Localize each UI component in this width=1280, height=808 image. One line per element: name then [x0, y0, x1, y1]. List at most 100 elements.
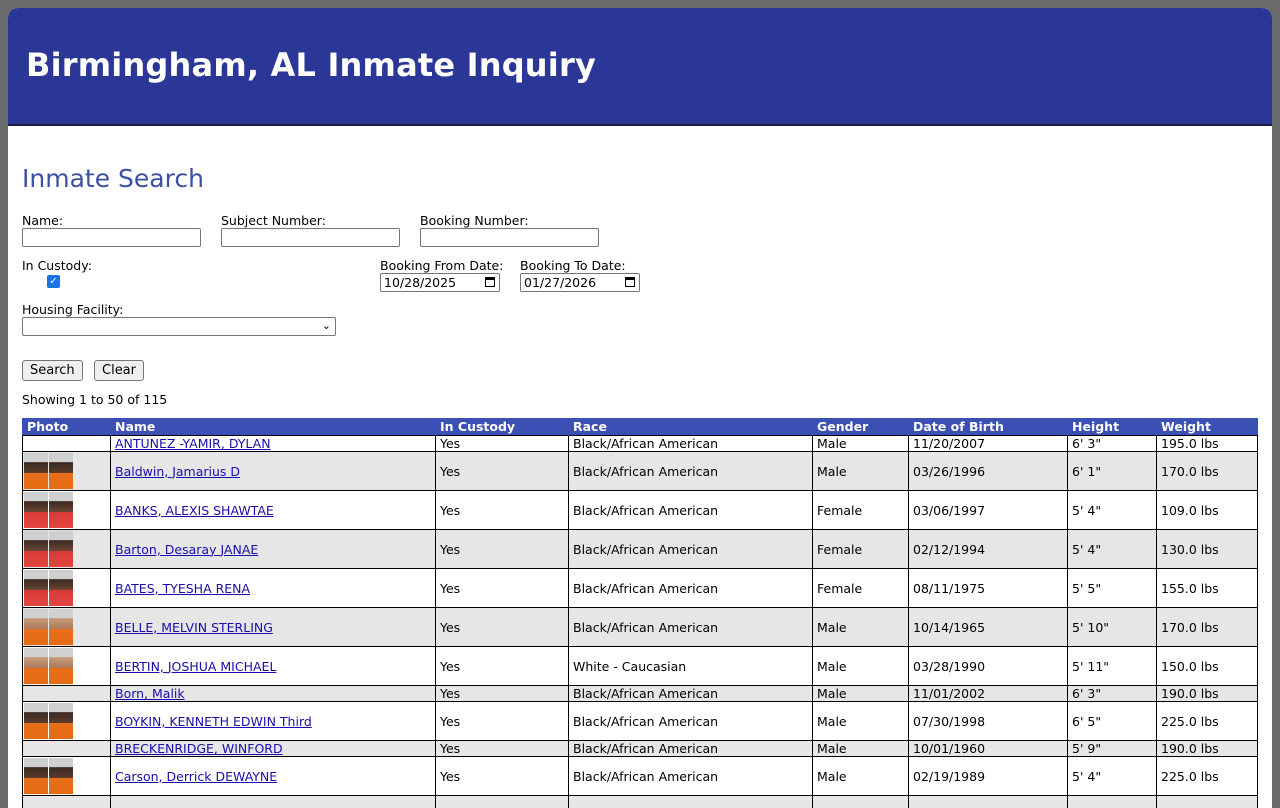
- name-cell: BRECKENRIDGE, WINFORD: [111, 741, 436, 757]
- housing-facility-select[interactable]: ⌄: [22, 317, 336, 336]
- in-custody-cell: Yes: [436, 741, 569, 757]
- mugshot-front-image: [24, 492, 48, 528]
- inmate-name-link[interactable]: BELLE, MELVIN STERLING: [115, 620, 273, 635]
- dob-cell: 02/12/1994: [909, 530, 1068, 569]
- column-header-height[interactable]: Height: [1068, 418, 1157, 436]
- in-custody-cell: Yes: [436, 530, 569, 569]
- name-cell: Born, Malik: [111, 686, 436, 702]
- column-header-race[interactable]: Race: [569, 418, 813, 436]
- height-cell: 5' 5": [1068, 569, 1157, 608]
- mugshot-thumbnail[interactable]: [24, 758, 73, 794]
- inmate-name-link[interactable]: BATES, TYESHA RENA: [115, 581, 250, 596]
- photo-cell: [23, 741, 111, 757]
- calendar-icon[interactable]: [625, 277, 635, 287]
- subject-number-label: Subject Number:: [221, 213, 326, 228]
- race-cell: Black/African American: [569, 702, 813, 741]
- booking-from-date-label: Booking From Date:: [380, 258, 503, 273]
- dob-cell: 11/01/2002: [909, 686, 1068, 702]
- results-count: Showing 1 to 50 of 115: [22, 392, 167, 407]
- mugshot-front-image: [24, 648, 48, 684]
- inmate-name-link[interactable]: BANKS, ALEXIS SHAWTAE: [115, 503, 274, 518]
- table-header-row: Photo Name In Custody Race Gender Date o…: [23, 418, 1258, 436]
- mugshot-front-image: [24, 703, 48, 739]
- subject-number-input[interactable]: [221, 228, 400, 247]
- clear-button[interactable]: Clear: [94, 360, 144, 381]
- mugshot-front-image: [24, 531, 48, 567]
- gender-cell: Female: [813, 569, 909, 608]
- mugshot-thumbnail[interactable]: [24, 492, 73, 528]
- gender-cell: Female: [813, 491, 909, 530]
- inmate-name-link[interactable]: Baldwin, Jamarius D: [115, 464, 240, 479]
- table-row: BELLE, MELVIN STERLINGYesBlack/African A…: [23, 608, 1258, 647]
- results-body: ANTUNEZ -YAMIR, DYLANYesBlack/African Am…: [23, 436, 1258, 808]
- photo-cell: [23, 569, 111, 608]
- gender-cell: Male: [813, 647, 909, 686]
- mugshot-thumbnail[interactable]: [24, 531, 73, 567]
- photo-cell: [23, 608, 111, 647]
- mugshot-front-image: [24, 758, 48, 794]
- mugshot-thumbnail[interactable]: [24, 648, 73, 684]
- weight-cell: 225.0 lbs: [1157, 702, 1258, 741]
- column-header-weight[interactable]: Weight: [1157, 418, 1258, 436]
- dob-cell: 10/01/1960: [909, 741, 1068, 757]
- mugshot-side-image: [49, 609, 73, 645]
- height-cell: 5' 10": [1068, 608, 1157, 647]
- booking-number-input[interactable]: [420, 228, 599, 247]
- column-header-dob[interactable]: Date of Birth: [909, 418, 1068, 436]
- column-header-gender[interactable]: Gender: [813, 418, 909, 436]
- name-cell: BATES, TYESHA RENA: [111, 569, 436, 608]
- inmate-name-link[interactable]: Born, Malik: [115, 686, 185, 701]
- mugshot-side-image: [49, 453, 73, 489]
- in-custody-cell: Yes: [436, 647, 569, 686]
- mugshot-thumbnail[interactable]: [24, 570, 73, 606]
- in-custody-cell: Yes: [436, 757, 569, 796]
- table-row: BERTIN, JOSHUA MICHAEL YesWhite - Caucasi…: [23, 647, 1258, 686]
- inmate-name-link[interactable]: Barton, Desaray JANAE: [115, 542, 258, 557]
- column-header-name[interactable]: Name: [111, 418, 436, 436]
- mugshot-side-image: [49, 758, 73, 794]
- in-custody-cell: Yes: [436, 569, 569, 608]
- page-title: Birmingham, AL Inmate Inquiry: [26, 46, 596, 84]
- table-row: BATES, TYESHA RENAYesBlack/African Ameri…: [23, 569, 1258, 608]
- inmate-name-link[interactable]: BERTIN, JOSHUA MICHAEL: [115, 659, 276, 674]
- dob-cell: 03/26/1996: [909, 452, 1068, 491]
- photo-cell: [23, 686, 111, 702]
- booking-to-date-value: 01/27/2026: [524, 275, 596, 290]
- name-input[interactable]: [22, 228, 201, 247]
- in-custody-checkbox[interactable]: ✓: [47, 275, 60, 288]
- mugshot-thumbnail[interactable]: [24, 703, 73, 739]
- gender-cell: Male: [813, 702, 909, 741]
- inmate-name-link[interactable]: Carson, Derrick DEWAYNE: [115, 769, 277, 784]
- inmate-name-link[interactable]: BRECKENRIDGE, WINFORD: [115, 741, 283, 756]
- table-row: ANTUNEZ -YAMIR, DYLANYesBlack/African Am…: [23, 436, 1258, 452]
- booking-from-date-input[interactable]: 10/28/2025: [380, 273, 500, 292]
- gender-cell: [813, 796, 909, 808]
- inmate-name-link[interactable]: BOYKIN, KENNETH EDWIN Third: [115, 714, 312, 729]
- search-button[interactable]: Search: [22, 360, 83, 381]
- gender-cell: Male: [813, 608, 909, 647]
- race-cell: [569, 796, 813, 808]
- height-cell: 5' 4": [1068, 530, 1157, 569]
- height-cell: [1068, 796, 1157, 808]
- column-header-in-custody[interactable]: In Custody: [436, 418, 569, 436]
- in-custody-cell: Yes: [436, 702, 569, 741]
- mugshot-thumbnail[interactable]: [24, 453, 73, 489]
- name-cell: BOYKIN, KENNETH EDWIN Third: [111, 702, 436, 741]
- mugshot-side-image: [49, 531, 73, 567]
- booking-to-date-input[interactable]: 01/27/2026: [520, 273, 640, 292]
- name-cell: BERTIN, JOSHUA MICHAEL: [111, 647, 436, 686]
- page: Birmingham, AL Inmate Inquiry Inmate Sea…: [8, 8, 1272, 808]
- photo-cell: [23, 796, 111, 808]
- name-cell: BELLE, MELVIN STERLING: [111, 608, 436, 647]
- booking-to-date-label: Booking To Date:: [520, 258, 626, 273]
- race-cell: Black/African American: [569, 530, 813, 569]
- inmate-name-link[interactable]: ANTUNEZ -YAMIR, DYLAN: [115, 436, 271, 451]
- race-cell: White - Caucasian: [569, 647, 813, 686]
- mugshot-thumbnail[interactable]: [24, 609, 73, 645]
- gender-cell: Female: [813, 530, 909, 569]
- table-row: BOYKIN, KENNETH EDWIN Third YesBlack/Afri…: [23, 702, 1258, 741]
- weight-cell: [1157, 796, 1258, 808]
- in-custody-cell: Yes: [436, 452, 569, 491]
- gender-cell: Male: [813, 757, 909, 796]
- calendar-icon[interactable]: [485, 277, 495, 287]
